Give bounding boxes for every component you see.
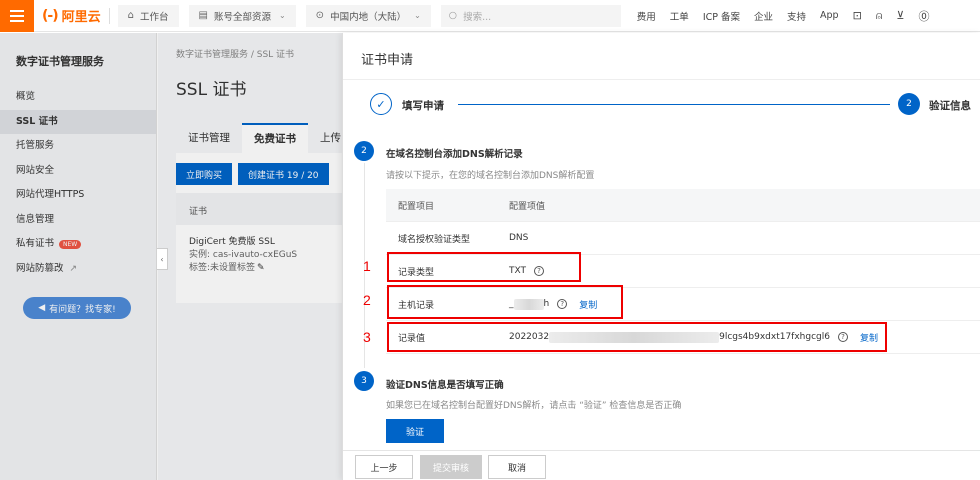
- cancel-button[interactable]: 取消: [488, 455, 546, 479]
- drawer-title: 证书申请: [361, 53, 414, 68]
- location-icon: ⊙: [315, 10, 325, 21]
- home-icon: ⌂: [127, 10, 134, 21]
- link-ticket[interactable]: 工单: [670, 9, 689, 23]
- annotation-1: 1: [363, 258, 371, 274]
- list-icon: ▤: [198, 10, 208, 21]
- workbench-button[interactable]: ⌂ 工作台: [117, 4, 179, 27]
- annotation-box-2: [387, 285, 623, 319]
- section-2-number: 2: [354, 141, 374, 161]
- table-row: 域名授权验证类型 DNS: [386, 222, 980, 255]
- link-app[interactable]: App: [820, 10, 839, 21]
- link-icp[interactable]: ICP 备案: [703, 9, 740, 23]
- help-icon[interactable]: ⓪: [918, 8, 929, 24]
- annotation-box-1: [387, 252, 581, 282]
- menu-icon[interactable]: [0, 0, 34, 32]
- step-1-label: 填写申请: [402, 100, 444, 112]
- region-dropdown[interactable]: ⊙ 中国内地（大陆） ⌄: [305, 4, 431, 27]
- search-icon: ○: [448, 10, 458, 21]
- collapse-sidebar-icon[interactable]: ‹: [157, 248, 168, 270]
- submit-review-button[interactable]: 提交审核: [420, 455, 482, 479]
- bell-icon[interactable]: ⍝: [876, 9, 883, 23]
- modal-overlay[interactable]: [0, 33, 342, 480]
- cart-icon[interactable]: ⊻: [896, 9, 904, 22]
- section-3-number: 3: [354, 371, 374, 391]
- divider: [108, 7, 110, 24]
- section-3-title: 验证DNS信息是否填写正确: [386, 380, 504, 391]
- step-2-label: 验证信息: [929, 100, 971, 112]
- check-icon: ✓: [370, 93, 392, 115]
- account-resources-dropdown[interactable]: ▤ 账号全部资源 ⌄: [188, 4, 296, 27]
- logo-text: 阿里云: [61, 10, 101, 25]
- chevron-down-icon: ⌄: [278, 11, 286, 20]
- link-enterprise[interactable]: 企业: [754, 9, 773, 23]
- annotation-3: 3: [363, 329, 371, 345]
- prev-step-button[interactable]: 上一步: [355, 455, 413, 479]
- top-navigation-bar: (-) 阿里云 ⌂ 工作台 ▤ 账号全部资源 ⌄ ⊙ 中国内地（大陆） ⌄ ○ …: [0, 0, 980, 32]
- top-links: 费用 工单 ICP 备案 企业 支持 App: [637, 9, 839, 23]
- annotation-2: 2: [363, 292, 371, 308]
- section-3-desc: 如果您已在域名控制台配置好DNS解析，请点击 “验证” 检查信息是否正确: [386, 401, 682, 411]
- chevron-down-icon: ⌄: [414, 11, 421, 20]
- table-head-row: 配置项目 配置项值: [386, 189, 980, 222]
- link-fee[interactable]: 费用: [637, 9, 656, 23]
- verify-button[interactable]: 验证: [386, 419, 444, 443]
- top-icons: ⊡ ⍝ ⊻ ⓪: [853, 8, 930, 24]
- cert-apply-drawer: 证书申请 ✓ 填写申请 2 验证信息 2 在域名控制台添加DNS解析记录 请按以…: [342, 33, 980, 480]
- divider: [343, 79, 980, 80]
- annotation-box-3: [387, 322, 887, 352]
- section-2-desc: 请按以下提示，在您的域名控制台添加DNS解析配置: [386, 171, 595, 181]
- stepper: ✓ 填写申请 2 验证信息: [370, 92, 980, 118]
- step-2-number: 2: [898, 93, 920, 115]
- aliyun-logo[interactable]: (-) 阿里云: [42, 6, 101, 26]
- link-support[interactable]: 支持: [787, 9, 806, 23]
- terminal-icon[interactable]: ⊡: [853, 9, 862, 22]
- search-input[interactable]: ○ 搜索...: [440, 4, 621, 27]
- section-2-title: 在域名控制台添加DNS解析记录: [386, 149, 523, 160]
- drawer-footer: 上一步 提交审核 取消: [343, 450, 980, 480]
- step-connector: [458, 104, 890, 105]
